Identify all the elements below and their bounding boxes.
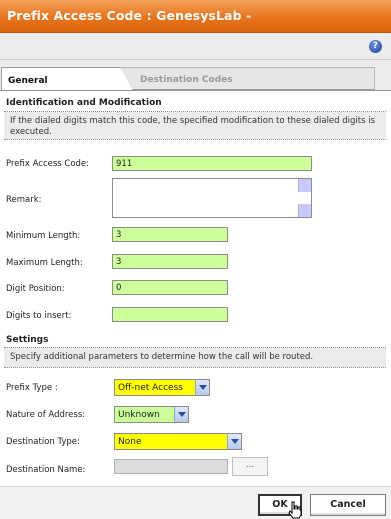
digit-position-label: Digit Position: <box>6 284 65 294</box>
window-title: Prefix Access Code : GenesysLab - <box>7 8 252 23</box>
scroll-down-arrow[interactable] <box>298 204 311 217</box>
tab-bar: Destination Codes General <box>0 60 391 91</box>
minimum-length-input[interactable]: 3 <box>112 227 228 242</box>
tab-general[interactable]: General <box>1 67 133 91</box>
prefix-access-code-input[interactable]: 911 <box>112 156 312 171</box>
destination-type-label: Destination Type: <box>6 437 80 447</box>
minimum-length-label: Minimum Length: <box>6 231 81 241</box>
identification-heading: Identification and Modification <box>6 98 162 108</box>
chevron-down-icon[interactable] <box>195 380 209 395</box>
cancel-button[interactable]: Cancel <box>310 494 386 516</box>
settings-heading: Settings <box>6 335 49 345</box>
digits-to-insert-label: Digits to insert: <box>6 311 72 321</box>
prefix-type-value: Off-net Access <box>118 383 183 393</box>
nature-of-address-select[interactable]: Unknown <box>114 406 189 423</box>
destination-type-select[interactable]: None <box>114 433 242 450</box>
destination-name-label: Destination Name: <box>6 465 86 475</box>
remark-label: Remark: <box>6 195 42 205</box>
chevron-down-icon[interactable] <box>174 407 188 422</box>
maximum-length-input[interactable]: 3 <box>112 254 228 269</box>
remark-textarea[interactable] <box>112 178 312 218</box>
general-panel: Identification and Modification If the d… <box>0 90 391 519</box>
prefix-type-label: Prefix Type : <box>6 383 58 393</box>
maximum-length-label: Maximum Length: <box>6 258 83 268</box>
nature-of-address-value: Unknown <box>118 410 160 420</box>
hand-cursor-icon <box>288 501 302 519</box>
tab-destination-codes[interactable]: Destination Codes <box>115 67 375 90</box>
prefix-access-code-label: Prefix Access Code: <box>6 159 90 169</box>
toolbar: ? <box>0 33 391 60</box>
prefix-type-select[interactable]: Off-net Access <box>114 379 210 396</box>
identification-info: If the dialed digits match this code, th… <box>4 112 386 140</box>
nature-of-address-label: Nature of Address: <box>6 410 86 420</box>
chevron-down-icon[interactable] <box>227 434 241 449</box>
destination-type-value: None <box>118 437 142 447</box>
tab-destination-codes-label: Destination Codes <box>140 75 233 85</box>
destination-name-input <box>114 459 228 474</box>
tab-general-label: General <box>8 76 48 86</box>
window-title-bar: Prefix Access Code : GenesysLab - <box>0 0 391 33</box>
digit-position-input[interactable]: 0 <box>112 280 228 295</box>
help-icon[interactable]: ? <box>369 40 382 53</box>
settings-info: Specify additional parameters to determi… <box>4 348 386 368</box>
browse-destination-button[interactable]: ... <box>232 457 268 476</box>
scroll-up-arrow[interactable] <box>298 179 311 192</box>
digits-to-insert-input[interactable] <box>112 307 228 322</box>
